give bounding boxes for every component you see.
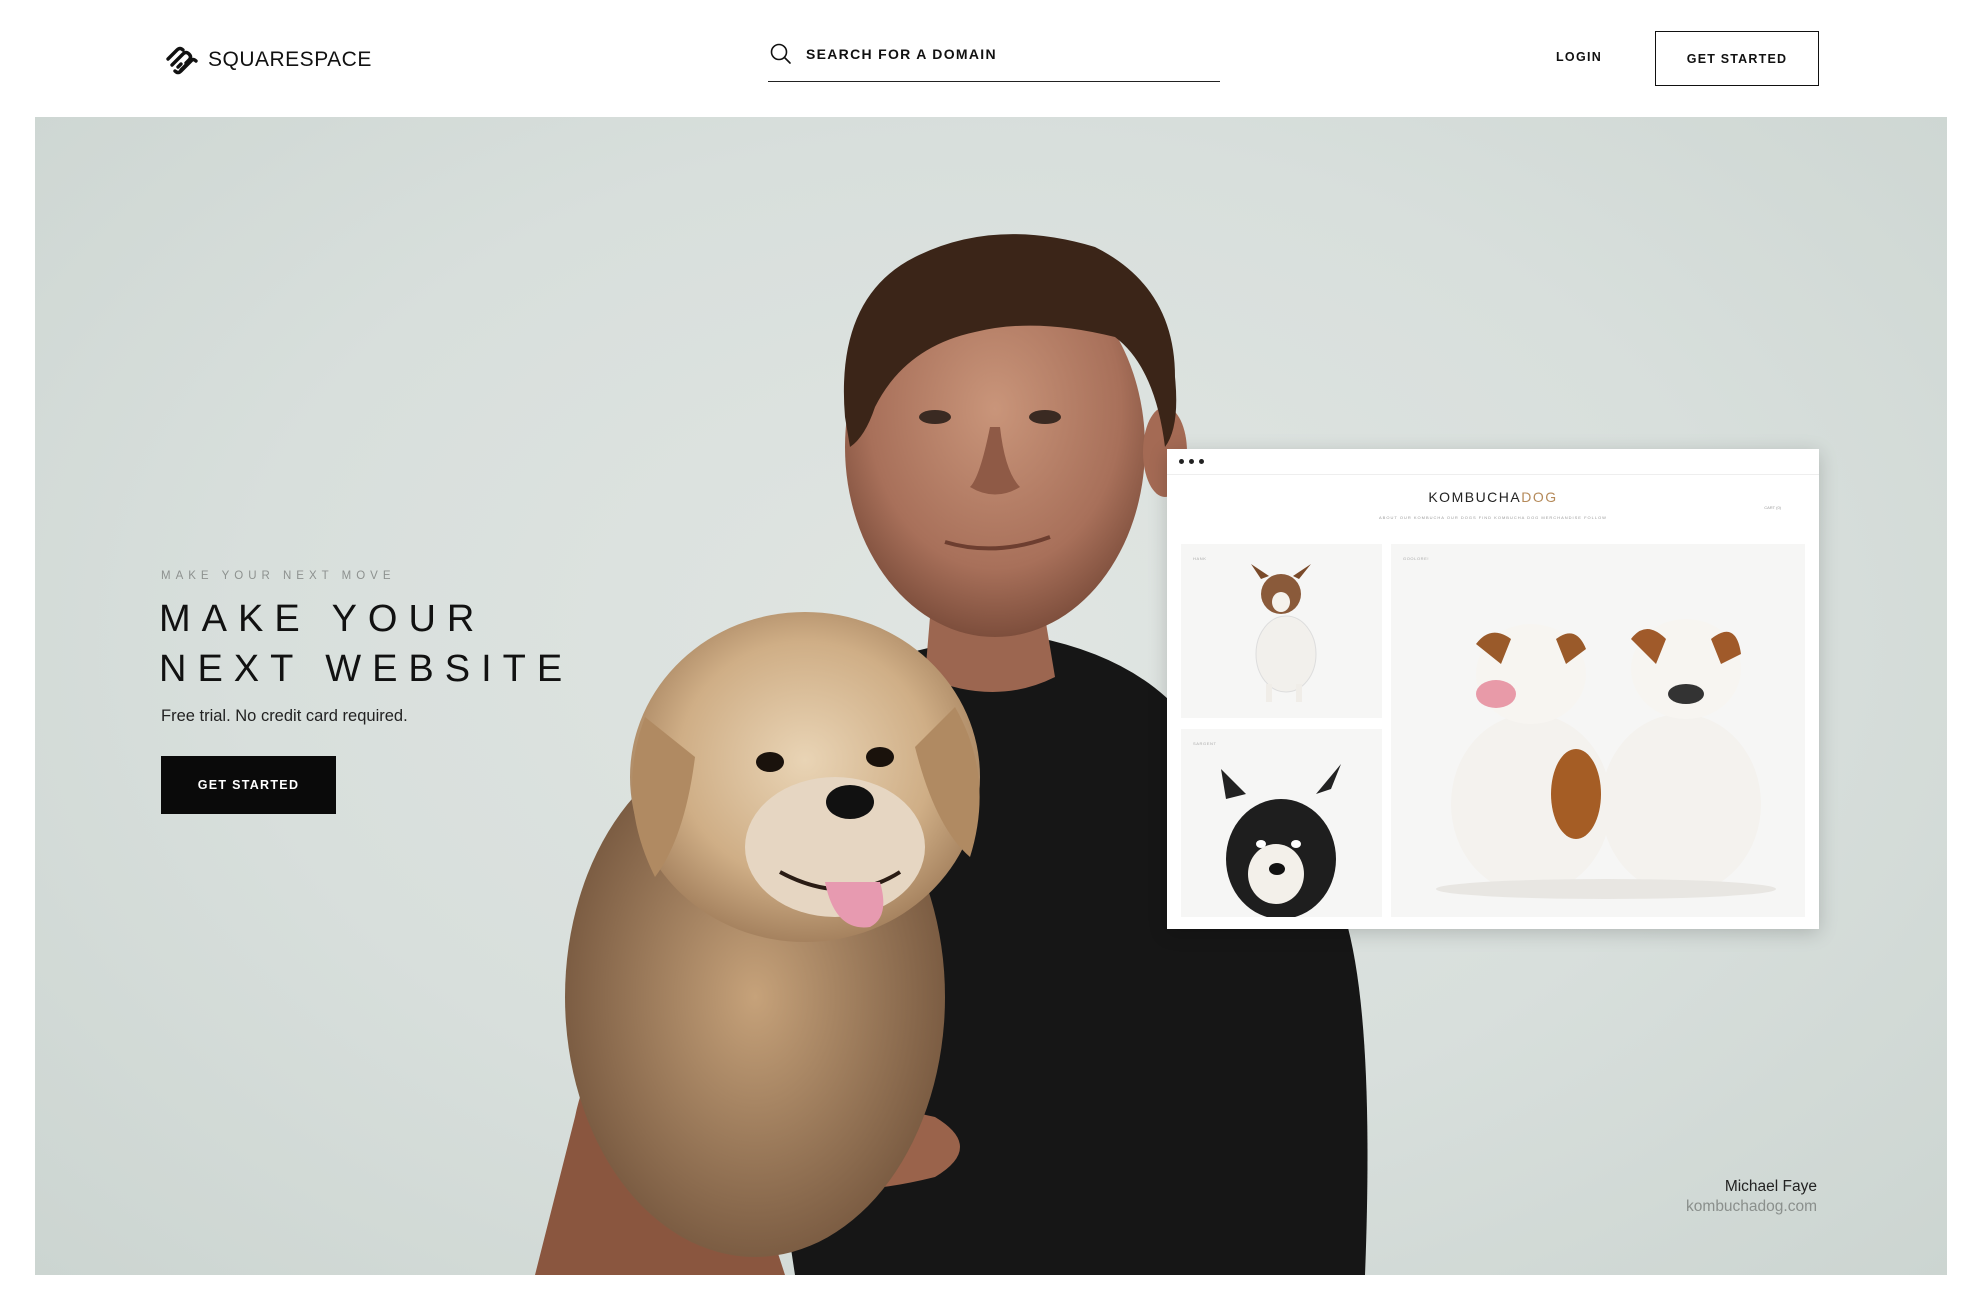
hero-eyebrow: MAKE YOUR NEXT MOVE bbox=[161, 570, 396, 582]
domain-search[interactable] bbox=[768, 36, 1220, 82]
tile-label: GOOLORE! bbox=[1403, 556, 1430, 561]
header-get-started-button[interactable]: GET STARTED bbox=[1655, 31, 1819, 86]
credit-url[interactable]: kombuchadog.com bbox=[1686, 1198, 1817, 1216]
tile-label: HANK bbox=[1193, 556, 1207, 561]
site-header: SQUARESPACE LOGIN GET STARTED bbox=[0, 0, 1980, 117]
hero-get-started-button[interactable]: GET STARTED bbox=[161, 756, 336, 814]
window-dot-icon bbox=[1179, 459, 1184, 464]
logo-text: SQUARESPACE bbox=[208, 48, 372, 71]
credit-name: Michael Faye bbox=[1724, 1178, 1817, 1195]
preview-brand-main: KOMBUCHA bbox=[1428, 489, 1522, 505]
login-link[interactable]: LOGIN bbox=[1556, 50, 1602, 64]
dog-photo-sargent bbox=[1221, 764, 1341, 917]
tile-label: SARGENT bbox=[1193, 741, 1217, 746]
headline-line-1: MAKE YOUR bbox=[159, 598, 486, 640]
headline-line-2: NEXT WEBSITE bbox=[159, 648, 574, 690]
dog-photo-hank bbox=[1251, 564, 1317, 702]
squarespace-logo[interactable]: SQUARESPACE bbox=[164, 44, 372, 76]
squarespace-logo-icon bbox=[166, 46, 198, 75]
preview-tile-sargent: SARGENT bbox=[1181, 729, 1382, 917]
preview-nav: ABOUT OUR KOMBUCHA OUR DOGS FIND KOMBUCH… bbox=[1379, 515, 1607, 520]
preview-brand: KOMBUCHADOG bbox=[1167, 489, 1819, 505]
search-icon[interactable] bbox=[768, 41, 794, 67]
preview-tile-bulldogs: GOOLORE! bbox=[1391, 544, 1805, 917]
preview-window-bar bbox=[1167, 449, 1819, 475]
hero-section: MAKE YOUR NEXT MOVE MAKE YOUR NEXT WEBSI… bbox=[35, 117, 1947, 1275]
website-preview: KOMBUCHADOG ABOUT OUR KOMBUCHA OUR DOGS … bbox=[1167, 449, 1819, 929]
preview-brand-accent: DOG bbox=[1521, 489, 1558, 505]
window-dot-icon bbox=[1199, 459, 1204, 464]
hero-subhead: Free trial. No credit card required. bbox=[161, 707, 408, 725]
hero-headline: MAKE YOUR NEXT WEBSITE bbox=[159, 594, 573, 694]
window-dot-icon bbox=[1189, 459, 1194, 464]
preview-cart: CART (0) bbox=[1764, 505, 1781, 510]
domain-search-input[interactable] bbox=[806, 45, 1186, 62]
dog-photo-bulldogs bbox=[1436, 619, 1776, 899]
preview-tile-hank: HANK bbox=[1181, 544, 1382, 718]
